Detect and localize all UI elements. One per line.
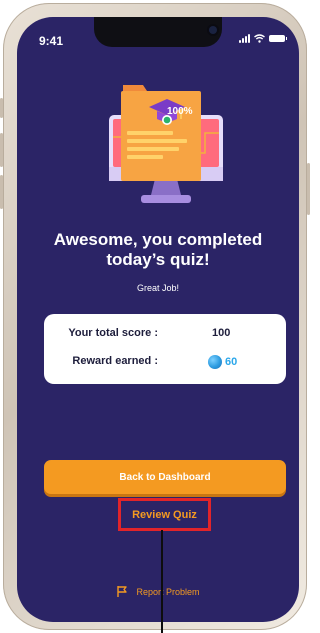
- reward-value: 60: [225, 356, 238, 368]
- phone-side-button: [0, 98, 3, 118]
- illustration-percent-label: 100%: [167, 106, 193, 117]
- report-problem-label: Report Problem: [136, 586, 200, 597]
- total-score-label: Your total score :: [68, 327, 158, 339]
- total-score-row: Your total score : 100: [44, 327, 286, 343]
- phone-volume-up: [0, 133, 3, 167]
- annotation-pointer-line: [161, 530, 163, 633]
- phone-notch: [94, 17, 222, 47]
- flag-icon: [117, 586, 128, 597]
- reward-value-group: 60: [208, 355, 237, 369]
- phone-volume-down: [0, 175, 3, 209]
- status-time: 9:41: [39, 34, 64, 48]
- back-to-dashboard-button[interactable]: Back to Dashboard: [44, 460, 286, 494]
- total-score-value: 100: [212, 327, 231, 339]
- reward-label: Reward earned :: [72, 355, 158, 367]
- app-screen: 9:41 100% Awesome, you completed today’s…: [17, 17, 299, 622]
- wifi-icon: [254, 34, 265, 43]
- phone-frame: 9:41 100% Awesome, you completed today’s…: [0, 3, 310, 630]
- completion-headline: Awesome, you completed today’s quiz!: [17, 230, 299, 270]
- front-camera: [209, 26, 217, 34]
- review-quiz-highlight: [118, 498, 211, 531]
- reward-row: Reward earned : 60: [44, 355, 286, 371]
- headline-line-2: today’s quiz!: [106, 250, 210, 269]
- status-icons: [239, 34, 287, 43]
- graduation-cap-monitor-icon: [109, 85, 223, 203]
- coin-icon: [208, 355, 222, 369]
- signal-icon: [239, 34, 250, 43]
- headline-line-1: Awesome, you completed: [53, 230, 263, 249]
- report-problem-link[interactable]: Report Problem: [17, 585, 299, 598]
- score-card: Your total score : 100 Reward earned : 6…: [44, 314, 286, 384]
- battery-icon: [269, 35, 287, 42]
- phone-power-button: [307, 163, 310, 215]
- completion-subtitle: Great Job!: [136, 283, 180, 293]
